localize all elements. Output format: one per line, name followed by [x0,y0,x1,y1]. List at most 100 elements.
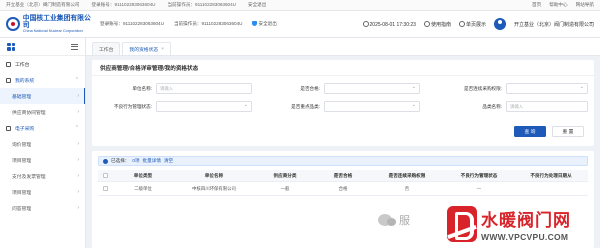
apps-grid-icon[interactable] [7,42,15,51]
site-watermark: 水暖阀门网 WWW.VPCVPU.COM [447,199,600,248]
selection-text: 已选择： [111,158,130,163]
sidebar-item-my-system[interactable]: 我的系统 ⌃ [0,72,85,88]
logo[interactable]: 中国核工业集团有限公司 China National Nuclear Corpo… [6,15,96,33]
clock-icon [362,20,369,27]
single-page-label: 单页展示 [465,21,486,28]
top-strip-links: 首页 帮助中心 网站导航 [532,2,594,8]
continuous-purchase-select[interactable] [506,83,588,94]
chevron-right-icon: › [77,157,79,163]
category-name-label: 品类名称: [482,104,502,109]
cell-continuous: 否 [404,185,410,191]
sidebar-item-label: 我的系统 [15,78,35,84]
system-icon [6,77,11,83]
top-strip: 开立基业（北京）阀门制造有限公司 登录账号：911102283063604U 当… [0,0,600,11]
avatar[interactable] [493,18,506,30]
header: 中国核工业集团有限公司 China National Nuclear Corpo… [0,11,600,38]
cell-unit-name: 中核四川环保有限公司 [192,185,236,191]
top-strip-company: 开立基业（北京）阀门制造有限公司 [6,2,80,7]
tab-workbench[interactable]: 工作台 [92,42,121,55]
sidebar-item-inquiry[interactable]: 询价管理 › [0,136,85,152]
chevron-right-icon: › [77,93,79,99]
cnnc-logo-icon [6,16,20,31]
top-strip-login-account: 登录账号：911102283063604U [91,2,156,7]
site-url: WWW.VPCVPU.COM [481,231,569,242]
header-right: 2025-08-01 17:30:23 使用指南 单页展示 开立基业（北京）阀门… [362,18,594,30]
key-category-label: 是否重点品类: [291,104,320,109]
sidebar-item-label: 询价管理 [12,142,32,148]
chevron-up-icon: ⌃ [74,125,79,131]
guide-link[interactable]: 使用指南 [423,20,451,28]
col-unit-type: 单位类型 [133,172,153,178]
sidebar-item-project[interactable]: 项目管理 › [0,152,85,168]
unit-name-input[interactable]: 请输入 [156,83,252,94]
user-company[interactable]: 开立基业（北京）阀门制造有限公司 [514,21,594,28]
site-watermark-text: 水暖阀门网 WWW.VPCVPU.COM [481,206,571,242]
sidebar-item-workbench[interactable]: 工作台 [0,56,85,72]
logo-en: China National Nuclear Corporation [22,29,83,34]
sidebar: 工作台 我的系统 ⌃ 基础管理 › 供应商协同管理 › 电子采购 ⌃ 询价管理 … [0,38,86,248]
sidebar-item-basic-management[interactable]: 基础管理 › [0,88,85,104]
single-page-link[interactable]: 单页展示 [458,20,486,28]
filter-panel: 供应商管理/合格详审管理/我的资格状态 单位名称: 请输入 是否合格: 是否连续… [92,60,594,146]
clear-link[interactable]: 清空 [164,158,173,164]
site-logo-icon [447,205,477,242]
select-all-checkbox[interactable] [98,173,112,178]
top-strip-operator: 当前操作员：911102283063604U [167,2,236,7]
chevron-right-icon: › [77,109,79,115]
sidebar-item-label: 问答管理 [12,206,32,212]
security-exit-label: 安全退出 [258,21,277,26]
row-checkbox[interactable] [98,186,112,191]
search-button[interactable]: 查 询 [514,126,546,137]
unit-name-label: 单位名称: [132,86,152,91]
info-icon [103,158,108,164]
col-bad-behavior: 不良行为管理状态 [460,172,498,178]
page-title: 供应商管理/合格详审管理/我的资格状态 [92,60,594,76]
qualification-table: 单位类型 单位名称 供应商分类 是否合格 是否连续采购权限 不良行为管理状态 不… [98,170,588,196]
sidebar-item-supplier-collab[interactable]: 供应商协同管理 › [0,104,85,120]
category-name-input[interactable]: 请输入 [506,101,588,112]
sidebar-item-label: 供应商协同管理 [12,110,46,116]
top-link-nav[interactable]: 网站导航 [576,2,594,8]
key-category-select[interactable] [324,101,420,112]
selection-count: 0项 [132,158,140,163]
qualified-label: 是否合格: [300,86,320,91]
chevron-right-icon: › [77,173,79,179]
logo-cn: 中国核工业集团有限公司 [22,14,91,29]
table-row[interactable]: 二级单位 中核四川环保有限公司 一般 合格 否 — [98,182,588,196]
batch-detail-link[interactable]: 批量详情 [143,158,161,164]
filter-row-2: 不良行为管理状态: 是否重点品类: 品类名称: 请输入 [92,101,594,113]
sidebar-top [0,38,85,56]
bad-behavior-label: 不良行为管理状态: [113,104,152,109]
tab-my-qualification[interactable]: 我的资格状态 × [122,42,172,55]
datetime: 2025-08-01 17:30:23 [362,20,416,28]
sidebar-item-project-2[interactable]: 项目管理 › [0,184,85,200]
shield-icon [252,21,258,26]
sidebar-item-e-procurement[interactable]: 电子采购 ⌃ [0,120,85,136]
tab-bar: 工作台 我的资格状态 × [86,38,600,56]
sidebar-item-label: 基础管理 [12,94,32,100]
guide-label: 使用指南 [430,21,451,28]
col-continuous: 是否连续采购权限 [388,172,426,178]
datetime-text: 2025-08-01 17:30:23 [369,21,416,28]
login-account: 登录账号：911102283063604U [100,21,164,26]
top-strip-security-exit[interactable]: 安全退出 [248,2,266,8]
top-link-help[interactable]: 帮助中心 [549,2,567,8]
chevron-up-icon: ⌃ [74,77,79,83]
selection-bar: 已选择： 0项 批量详情 清空 [98,156,588,166]
chevron-right-icon: › [77,141,79,147]
sidebar-item-label: 项目管理 [12,190,32,196]
bad-behavior-select[interactable] [156,101,252,112]
top-link-home[interactable]: 首页 [532,2,541,8]
reset-button[interactable]: 重 置 [552,126,584,137]
close-icon[interactable]: × [161,47,164,52]
menu-icon[interactable] [71,43,78,50]
table-header: 单位类型 单位名称 供应商分类 是否合格 是否连续采购权限 不良行为管理状态 不… [98,170,588,182]
chevron-right-icon: › [77,205,79,211]
sidebar-item-payment[interactable]: 支付及发票管理 › [0,168,85,184]
col-qualified: 是否合格 [333,172,353,178]
sidebar-item-qa[interactable]: 问答管理 › [0,200,85,216]
wechat-watermark-text: 服 [399,215,410,227]
qualified-select[interactable] [324,83,420,94]
help-icon [423,20,430,27]
security-exit-link[interactable]: 安全退出 [252,21,277,27]
